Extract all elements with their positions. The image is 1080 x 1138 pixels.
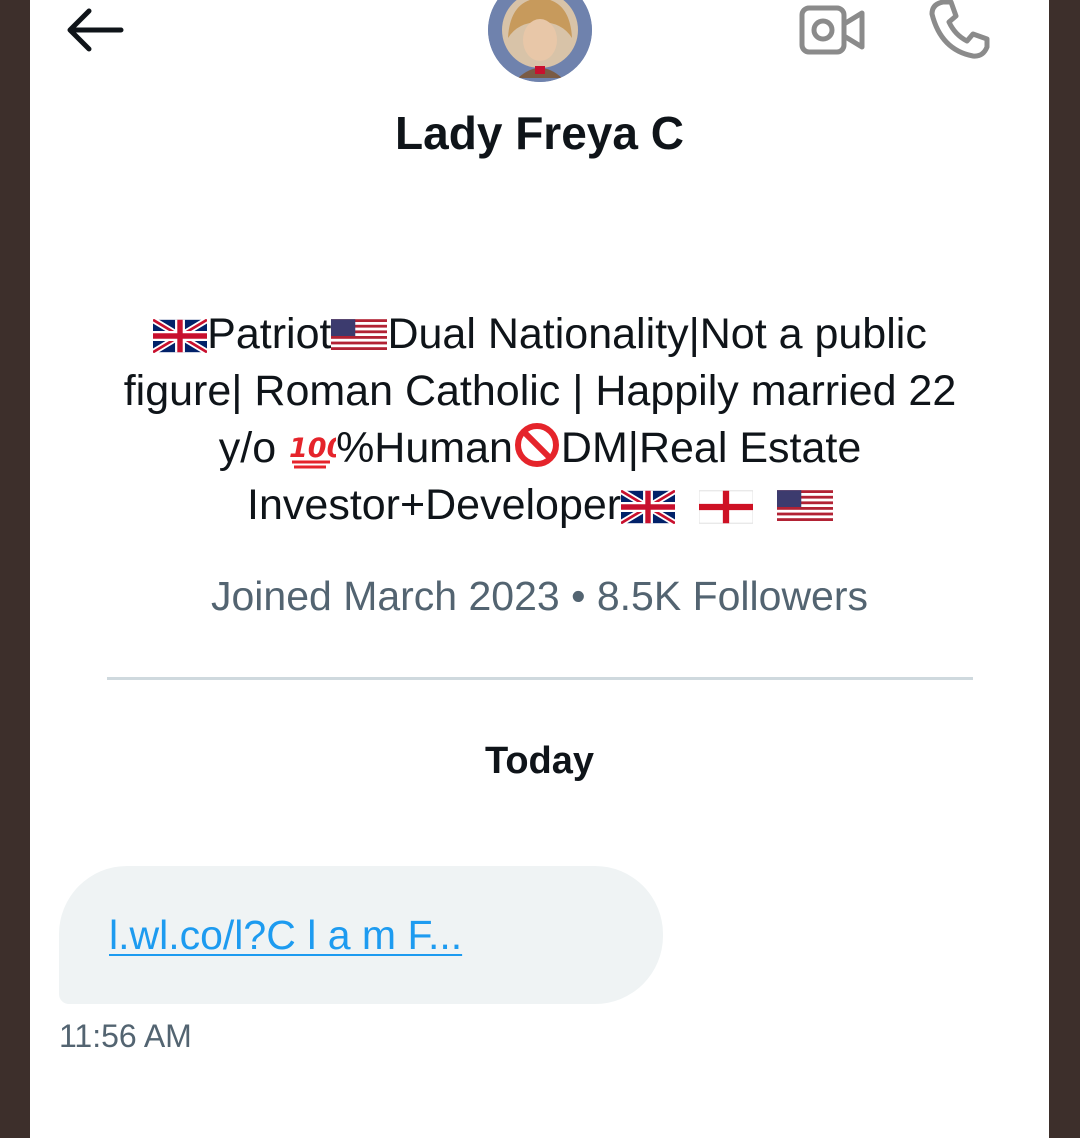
profile-bio: Patriot Dual Nationality|Not a public fig… xyxy=(120,306,960,534)
hundred-points-icon: 100 xyxy=(289,433,336,469)
back-button[interactable] xyxy=(60,2,130,58)
avatar[interactable] xyxy=(488,0,592,82)
us-flag-icon xyxy=(776,490,833,524)
avatar-image xyxy=(488,0,592,82)
bio-text-patriot: Patriot xyxy=(207,310,332,358)
profile-name: Lady Freya C xyxy=(395,107,684,159)
bio-text-human: %Human xyxy=(336,424,513,472)
arrow-left-icon xyxy=(67,8,124,52)
date-separator: Today xyxy=(484,740,595,782)
svg-text:100: 100 xyxy=(289,433,336,464)
dm-conversation-screen: Lady Freya C Patriot Dual Nationality|Not… xyxy=(30,0,1049,1138)
phone-icon xyxy=(929,0,990,59)
uk-flag-icon xyxy=(621,490,676,524)
us-flag-icon xyxy=(331,319,388,353)
profile-meta: Joined March 2023 • 8.5K Followers xyxy=(210,573,869,619)
video-call-button[interactable] xyxy=(798,0,868,60)
video-camera-icon xyxy=(799,5,865,55)
divider xyxy=(107,677,973,680)
uk-flag-icon xyxy=(153,319,208,353)
message-timestamp: 11:56 AM xyxy=(59,1018,192,1054)
prohibited-icon xyxy=(514,423,559,467)
message-bubble[interactable]: l.wl.co/l?C l a m F... xyxy=(59,866,663,1004)
message-link[interactable]: l.wl.co/l?C l a m F... xyxy=(109,912,462,959)
voice-call-button[interactable] xyxy=(923,0,995,64)
england-flag-icon xyxy=(699,490,754,524)
